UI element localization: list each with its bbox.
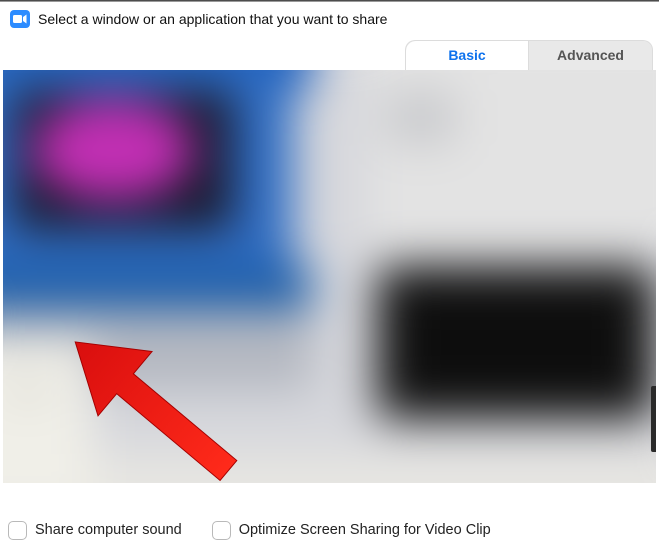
zoom-app-icon [10,10,30,28]
dialog-title: Select a window or an application that y… [38,11,387,27]
scroll-handle[interactable] [651,386,656,452]
checkbox-icon[interactable] [8,521,27,540]
optimize-video-clip-option[interactable]: Optimize Screen Sharing for Video Clip [212,521,491,540]
optimize-video-label: Optimize Screen Sharing for Video Clip [239,522,491,538]
tab-basic[interactable]: Basic [406,41,529,70]
share-sources-grid[interactable] [3,70,656,483]
tabs-container: Basic Advanced [0,34,659,70]
blurred-thumbnails [3,70,656,483]
share-mode-tabs: Basic Advanced [405,40,653,70]
share-computer-sound-option[interactable]: Share computer sound [8,521,182,540]
tab-advanced[interactable]: Advanced [529,41,652,70]
share-options-bar: Share computer sound Optimize Screen Sha… [0,505,659,555]
share-sound-label: Share computer sound [35,522,182,538]
dialog-header: Select a window or an application that y… [0,2,659,34]
checkbox-icon[interactable] [212,521,231,540]
